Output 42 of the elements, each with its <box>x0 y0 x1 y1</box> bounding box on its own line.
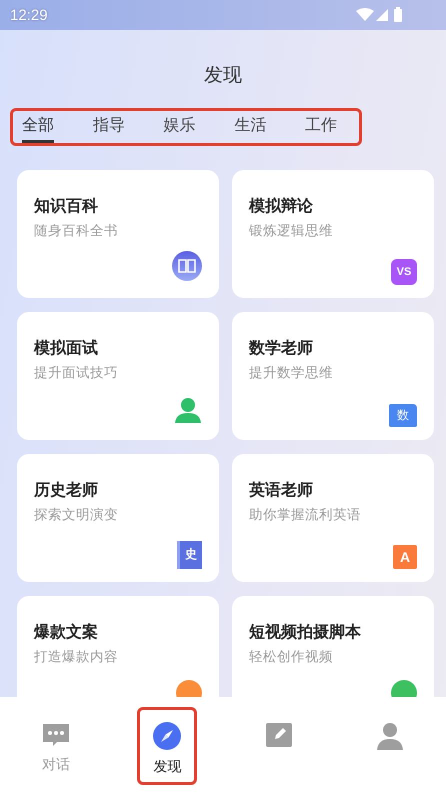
category-tab[interactable]: 全部 <box>22 111 54 143</box>
feature-card[interactable]: 知识百科 随身百科全书 <box>17 170 219 298</box>
card-subtitle: 轻松创作视频 <box>249 648 334 666</box>
feature-card[interactable]: 英语老师 助你掌握流利英语 A <box>232 454 434 582</box>
card-title: 爆款文案 <box>34 622 99 643</box>
notebook-icon: A <box>393 545 417 569</box>
folder-icon: 数 <box>389 404 417 427</box>
page-title: 发现 <box>204 63 242 88</box>
book-icon: 史 <box>177 541 202 569</box>
feature-card[interactable]: 爆款文案 打造爆款内容 <box>17 596 219 697</box>
card-subtitle: 打造爆款内容 <box>34 648 119 666</box>
nav-tab[interactable]: 发现 <box>137 707 198 785</box>
card-title: 英语老师 <box>249 480 314 501</box>
user-icon <box>376 722 404 750</box>
card-title: 模拟面试 <box>34 338 99 359</box>
book-icon <box>172 251 202 281</box>
category-tab[interactable]: 生活 <box>234 111 266 143</box>
card-subtitle: 助你掌握流利英语 <box>249 506 362 524</box>
feature-card[interactable]: 历史老师 探索文明演变 史 <box>17 454 219 582</box>
compass-icon <box>153 722 182 750</box>
category-tab[interactable]: 工作 <box>305 111 337 143</box>
feature-card[interactable]: 模拟面试 提升面试技巧 <box>17 312 219 440</box>
card-title: 知识百科 <box>34 196 99 217</box>
card-subtitle: 锻炼逻辑思维 <box>249 222 334 240</box>
card-title: 数学老师 <box>249 338 314 359</box>
card-subtitle: 提升面试技巧 <box>34 364 119 382</box>
card-subtitle: 探索文明演变 <box>34 506 119 524</box>
card-title: 模拟辩论 <box>249 196 314 217</box>
category-tab[interactable]: 指导 <box>92 111 125 143</box>
category-tab[interactable]: 娱乐 <box>164 111 196 143</box>
card-subtitle: 随身百科全书 <box>34 222 119 240</box>
chat-icon <box>40 722 71 748</box>
card-title: 短视频拍摄脚本 <box>249 622 362 643</box>
feature-card[interactable]: 模拟辩论 锻炼逻辑思维 VS <box>232 170 434 298</box>
edit-icon <box>264 722 293 748</box>
feature-card[interactable]: 短视频拍摄脚本 轻松创作视频 <box>232 596 434 697</box>
card-title: 历史老师 <box>34 480 99 501</box>
vs-icon: VS <box>391 259 417 285</box>
person-icon <box>174 397 202 423</box>
feature-card[interactable]: 数学老师 提升数学思维 数 <box>232 312 434 440</box>
status-time: 12:29 <box>10 6 48 24</box>
card-subtitle: 提升数学思维 <box>249 364 334 382</box>
